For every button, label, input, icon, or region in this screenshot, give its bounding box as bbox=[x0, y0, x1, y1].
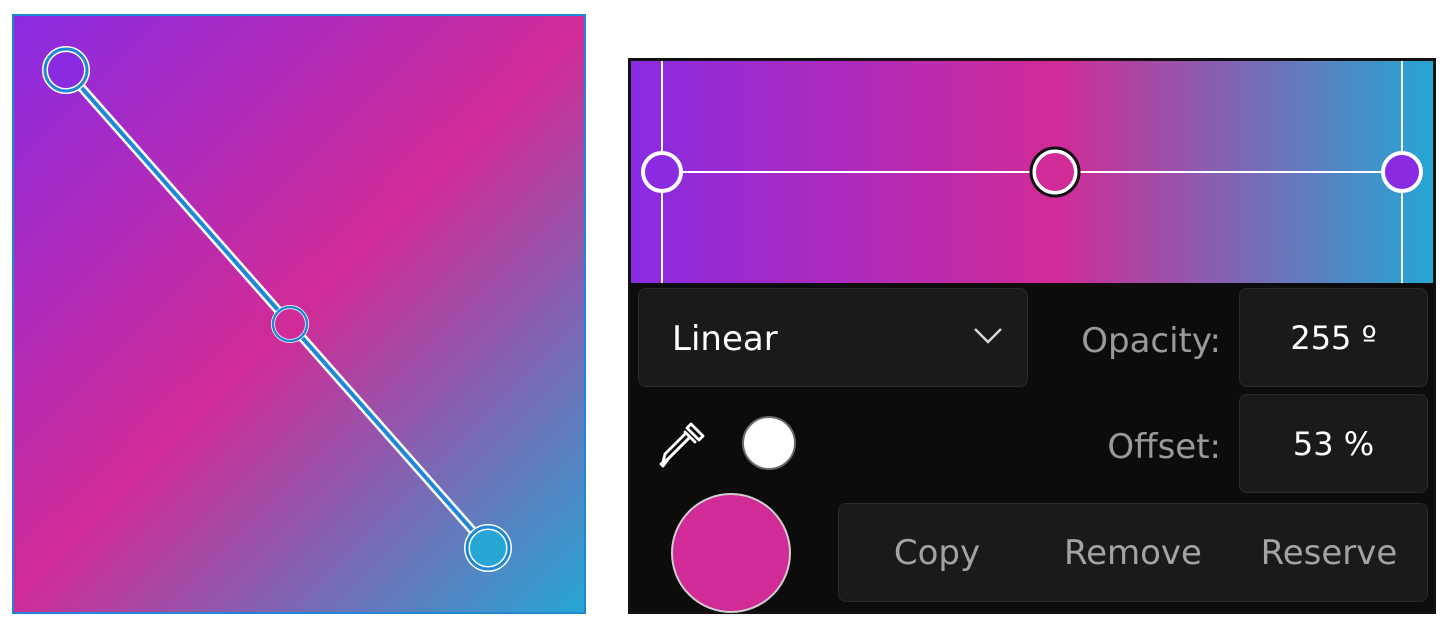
gradient-editor: Linear Opacity: 255 º Offset: 53 % Copy … bbox=[0, 0, 1450, 620]
eyedropper-icon[interactable] bbox=[655, 416, 711, 472]
remove-button[interactable]: Remove bbox=[1035, 504, 1231, 601]
start-handle[interactable] bbox=[42, 46, 90, 94]
gradient-type-value: Linear bbox=[672, 319, 778, 359]
current-color-swatch[interactable] bbox=[671, 493, 791, 613]
opacity-input[interactable]: 255 º bbox=[1239, 288, 1428, 387]
end-handle[interactable] bbox=[464, 524, 512, 572]
gradient-direction-overlay bbox=[42, 46, 512, 572]
gradient-type-dropdown[interactable]: Linear bbox=[638, 288, 1028, 387]
white-color-swatch[interactable] bbox=[742, 416, 796, 470]
gradient-stops-bar[interactable] bbox=[631, 61, 1433, 283]
midpoint-handle[interactable] bbox=[271, 305, 309, 343]
gradient-stop-start[interactable] bbox=[641, 151, 683, 193]
copy-button[interactable]: Copy bbox=[839, 504, 1035, 601]
gradient-canvas[interactable] bbox=[12, 14, 586, 614]
offset-value: 53 % bbox=[1292, 425, 1375, 463]
gradient-panel: Linear Opacity: 255 º Offset: 53 % Copy … bbox=[628, 58, 1436, 614]
opacity-label: Opacity: bbox=[1081, 321, 1221, 361]
direction-line bbox=[61, 65, 493, 553]
gradient-stop-end[interactable] bbox=[1381, 151, 1423, 193]
opacity-value: 255 º bbox=[1290, 319, 1377, 357]
offset-label: Offset: bbox=[1107, 427, 1221, 467]
reserve-button[interactable]: Reserve bbox=[1231, 504, 1427, 601]
stops-overlay bbox=[641, 61, 1423, 283]
offset-input[interactable]: 53 % bbox=[1239, 394, 1428, 493]
gradient-stop-selected[interactable] bbox=[1029, 146, 1081, 198]
stop-actions-group: Copy Remove Reserve bbox=[838, 503, 1428, 602]
chevron-down-icon bbox=[974, 328, 1002, 344]
